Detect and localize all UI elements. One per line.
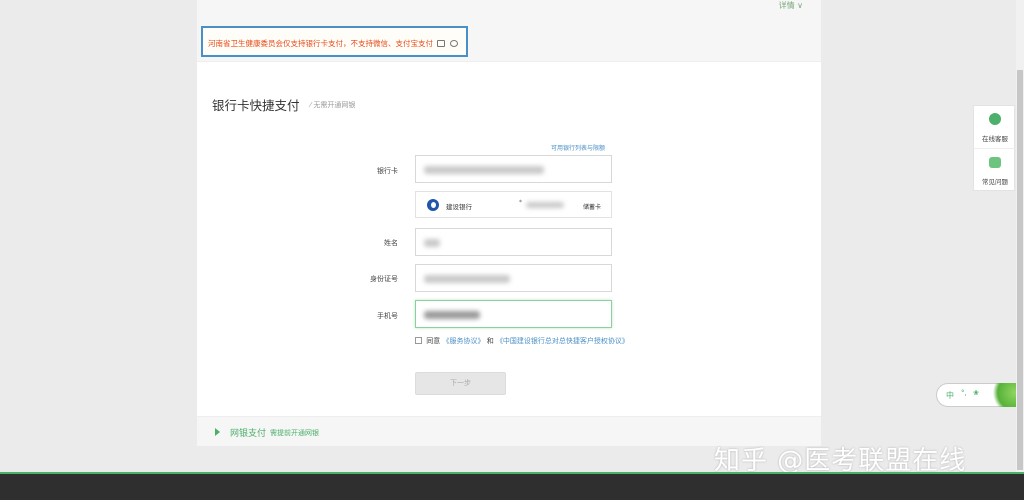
customer-service-label: 在线客服 [982,135,1008,143]
detail-toggle[interactable]: 详情 ∨ [779,0,803,11]
ime-skin[interactable]: ❀ [973,389,979,397]
ime-mode[interactable]: 中 [946,390,954,401]
page-subtitle: ⁄ 无需开通网银 [310,101,356,109]
authorization-agreement-link[interactable]: 《中国建设银行总对总快捷客户授权协议》 [496,337,629,345]
masked-value [424,166,544,174]
agree-prefix: 同意 [426,337,441,345]
masked-value [424,239,440,247]
question-icon [989,157,1001,168]
ime-toolbar[interactable]: 中 °, ❀ [936,383,1024,407]
id-label: 身份证号 [370,275,398,283]
online-banking-subtitle: 需提前开通网银 [270,429,319,437]
payment-card: 详情 ∨ 河南省卫生健康委员会仅支持银行卡支付，不支持微信、支付宝支付 银行卡快… [197,0,821,446]
scrollbar-thumb[interactable] [1017,70,1023,470]
phone-input[interactable] [415,300,612,328]
phone-label: 手机号 [377,312,398,320]
agreement-row: 同意 《服务协议》 和 《中国建设银行总对总快捷客户授权协议》 [415,336,629,346]
chat-icon [449,40,458,47]
top-bar: 详情 ∨ 河南省卫生健康委员会仅支持银行卡支付，不支持微信、支付宝支付 [197,0,821,62]
ccb-logo-icon [427,199,439,211]
notice-text: 河南省卫生健康委员会仅支持银行卡支付，不支持微信、支付宝支付 [208,39,433,48]
bank-masked-number: * [519,199,522,206]
service-agreement-link[interactable]: 《服务协议》 [442,337,484,345]
bottom-bar [0,472,1024,500]
supported-banks-link[interactable]: 可用银行列表与限额 [551,143,605,152]
agree-and: 和 [486,337,494,345]
name-label: 姓名 [384,239,398,247]
headset-icon [989,113,1001,125]
card-label: 银行卡 [377,167,398,175]
bank-info-row: 建设银行 * 储蓄卡 [415,191,612,218]
masked-value [424,311,480,319]
agree-checkbox[interactable] [415,337,422,344]
faq-button[interactable]: 常见问题 [974,149,1016,192]
name-input[interactable] [415,228,612,256]
payment-notice: 河南省卫生健康委员会仅支持银行卡支付，不支持微信、支付宝支付 [201,26,468,57]
expand-arrow-icon [215,428,220,436]
bank-card-icon [437,40,446,47]
next-step-button[interactable]: 下一步 [415,372,506,395]
bank-name: 建设银行 [446,203,472,211]
side-panel: 在线客服 常见问题 [973,105,1016,192]
masked-value [424,275,510,283]
card-number-input[interactable] [415,155,612,183]
customer-service-button[interactable]: 在线客服 [974,106,1016,149]
faq-label: 常见问题 [982,178,1008,186]
ime-punctuation[interactable]: °, [961,389,967,397]
id-number-input[interactable] [415,264,612,292]
online-banking-title: 网银支付 [230,429,267,439]
page-title: 银行卡快捷支付 [212,98,300,113]
scrollbar[interactable] [1016,0,1024,472]
card-type: 储蓄卡 [582,204,601,211]
masked-value [526,202,564,208]
